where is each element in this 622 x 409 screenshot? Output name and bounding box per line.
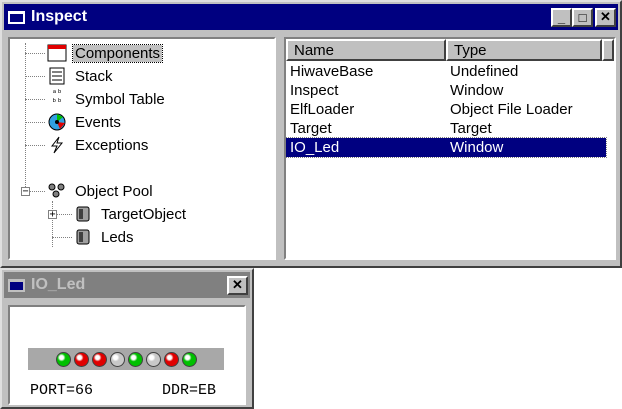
events-icon — [47, 112, 67, 132]
list-header: Name Type — [286, 39, 614, 61]
port-value: PORT=66 — [30, 382, 94, 399]
led-on-indicator — [55, 351, 71, 367]
led-on-indicator — [127, 351, 143, 367]
tree-item-leds[interactable]: Leds — [73, 226, 136, 248]
led-on-indicator — [91, 351, 107, 367]
led-off-indicator — [109, 351, 125, 367]
inspect-title-bar[interactable]: Inspect _ □ ✕ — [4, 4, 618, 30]
components-icon — [47, 43, 67, 63]
component-tree[interactable]: Components Stack ᵃᵇ ᵇᵇ Symbol Table Event… — [8, 37, 276, 260]
object-pool-icon — [47, 181, 67, 201]
column-header-type[interactable]: Type — [446, 39, 602, 61]
column-header-name[interactable]: Name — [286, 39, 446, 61]
inspect-window: Inspect _ □ ✕ Components Stack ᵃᵇ ᵇᵇ Sym… — [0, 0, 622, 268]
column-header-filler — [602, 39, 614, 61]
expand-target-object-toggle[interactable]: + — [48, 210, 57, 220]
tree-item-symbol-table[interactable]: ᵃᵇ ᵇᵇ Symbol Table — [47, 88, 167, 110]
tree-item-stack[interactable]: Stack — [47, 65, 115, 87]
tree-item-exceptions[interactable]: Exceptions — [47, 134, 150, 156]
tree-line — [30, 191, 45, 192]
object-list[interactable]: Name Type HiwaveBase Undefined Inspect W… — [284, 37, 616, 260]
tree-line — [25, 99, 45, 100]
list-row[interactable]: ElfLoader Object File Loader — [286, 100, 606, 119]
led-on-indicator — [73, 351, 89, 367]
maximize-button[interactable]: □ — [572, 7, 593, 27]
tree-item-components[interactable]: Components — [47, 42, 164, 64]
tree-item-events[interactable]: Events — [47, 111, 123, 133]
list-row[interactable]: Target Target — [286, 119, 606, 138]
io-led-window: IO_Led ✕ PORT=66 DDR=EB — [0, 268, 254, 409]
exceptions-icon — [47, 135, 67, 155]
window-icon — [8, 278, 25, 292]
led-strip — [28, 348, 224, 370]
window-icon — [8, 10, 25, 24]
tree-line — [25, 76, 45, 77]
list-row-selected[interactable]: IO_Led Window — [286, 137, 607, 158]
tree-line — [57, 214, 72, 215]
window-title: Inspect — [31, 8, 88, 25]
stack-icon — [47, 66, 67, 86]
tree-line — [52, 237, 72, 238]
io-led-title-bar[interactable]: IO_Led ✕ — [4, 272, 250, 298]
window-title: IO_Led — [31, 276, 86, 293]
object-icon — [73, 204, 93, 224]
list-row[interactable]: HiwaveBase Undefined — [286, 62, 606, 81]
close-button[interactable]: ✕ — [595, 7, 616, 27]
tree-item-target-object[interactable]: TargetObject — [73, 203, 188, 225]
tree-line — [25, 122, 45, 123]
close-button[interactable]: ✕ — [227, 275, 248, 295]
tree-line — [25, 53, 45, 54]
tree-line — [25, 43, 26, 191]
tree-line — [52, 201, 53, 247]
collapse-object-pool-toggle[interactable]: − — [21, 187, 30, 197]
led-on-indicator — [181, 351, 197, 367]
tree-line — [25, 145, 45, 146]
tree-item-object-pool[interactable]: Object Pool — [47, 180, 155, 202]
object-icon — [73, 227, 93, 247]
led-off-indicator — [145, 351, 161, 367]
symbol-table-icon: ᵃᵇ ᵇᵇ — [51, 89, 63, 108]
led-on-indicator — [163, 351, 179, 367]
ddr-value: DDR=EB — [162, 382, 217, 399]
minimize-button[interactable]: _ — [551, 7, 572, 27]
list-row[interactable]: Inspect Window — [286, 81, 606, 100]
